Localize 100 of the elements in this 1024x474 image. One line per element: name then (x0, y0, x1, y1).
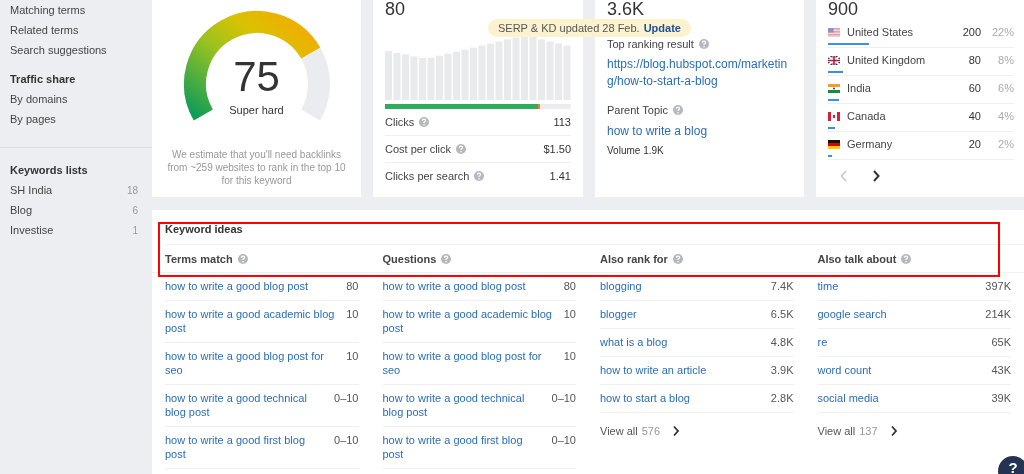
sidebar-item[interactable]: Matching terms (10, 0, 142, 20)
country-volume: 40 (967, 110, 981, 122)
country-name: Germany (847, 138, 894, 150)
country-share: 2% (997, 138, 1014, 150)
keyword-link[interactable]: how to start a blog (600, 391, 690, 405)
panel-title: Keyword ideas (165, 223, 1024, 245)
column-heading: Questions (382, 252, 437, 265)
keyword-volume: 0–10 (334, 433, 359, 448)
chevron-icon[interactable] (672, 425, 681, 437)
difficulty-label: Super hard (229, 104, 284, 116)
keyword-volume: 0–10 (334, 391, 359, 406)
sidebar-item[interactable]: By pages (10, 109, 142, 129)
keyword-link[interactable]: word count (817, 363, 872, 377)
flag-icon (828, 139, 840, 149)
keyword-volume: 6.5K (770, 307, 794, 321)
global-volume-value: 900 (828, 0, 859, 18)
keyword-link[interactable]: how to write a good first blog post (382, 433, 542, 461)
keyword-link[interactable]: how to write a good blog post for seo (165, 349, 337, 377)
column-heading: Terms match (165, 252, 233, 265)
keyword-volume: 10 (346, 307, 359, 322)
country-volume: 20 (967, 138, 981, 150)
sidebar-item[interactable]: By domains (10, 89, 142, 109)
keyword-link[interactable]: how to write a good technical blog post (165, 391, 324, 419)
view-all-count: 137 (859, 425, 878, 437)
metric-value: $1.50 (543, 143, 571, 155)
keyword-volume: 10 (563, 307, 576, 322)
metric-label: Clicks (385, 116, 415, 128)
view-all-link[interactable]: View all (817, 425, 856, 437)
keyword-link[interactable]: re (817, 335, 828, 349)
keyword-link[interactable]: how to write a good blog post (382, 279, 526, 293)
keyword-link[interactable]: blogger (600, 307, 637, 321)
keyword-link[interactable]: how to write a good academic blog post (382, 307, 554, 335)
keyword-link[interactable]: how to write a good blog post for seo (382, 349, 554, 377)
flag-icon (828, 83, 840, 93)
keyword-volume: 4.8K (770, 335, 794, 349)
country-name: United Kingdom (847, 54, 927, 66)
flag-icon (828, 27, 840, 37)
help-icon[interactable] (672, 105, 683, 115)
country-share: 8% (997, 54, 1014, 66)
keyword-volume: 3.9K (770, 363, 794, 377)
country-name: United States (847, 26, 915, 38)
list-count: 18 (126, 184, 138, 196)
top-result-link[interactable]: https://blog.hubspot.com/marketing/how-to-start-a-blog (607, 56, 792, 90)
parent-topic-link[interactable]: how to write a blog (607, 124, 792, 138)
keyword-link[interactable]: how to write an article (600, 363, 707, 377)
next-icon[interactable] (872, 170, 880, 182)
keyword-link[interactable]: how to write a good blog post (165, 279, 309, 293)
keyword-volume: 10 (563, 349, 576, 364)
keyword-volume: 10 (346, 349, 359, 364)
keyword-volume: 0–10 (551, 433, 576, 448)
country-name: Canada (847, 110, 887, 122)
country-volume: 60 (967, 82, 981, 94)
keyword-link[interactable]: how to write a good technical blog post (382, 391, 542, 419)
help-icon[interactable] (698, 39, 709, 49)
sidebar-heading: Traffic share (10, 72, 77, 87)
parent-volume: Volume 1.9K (607, 145, 665, 156)
keyword-link[interactable]: what is a blog (600, 335, 668, 349)
flag-icon (828, 111, 840, 121)
metric-value: 113 (553, 116, 571, 128)
country-share: 4% (997, 110, 1014, 122)
list-count: 6 (132, 204, 138, 216)
traffic-value: 3.6K (607, 0, 645, 18)
update-link[interactable]: Update (643, 22, 681, 34)
view-all-link[interactable]: View all (600, 425, 638, 437)
metric-label: Cost per click (385, 143, 452, 155)
help-icon[interactable] (456, 144, 467, 154)
difficulty-note: We estimate that you'll need backlinks from ~259 websites to rank in the top 10 for this keyword (166, 148, 347, 187)
help-icon[interactable] (237, 253, 248, 264)
help-icon[interactable] (419, 117, 430, 127)
notice-text: SERP & KD updated 28 Feb. (498, 22, 640, 34)
help-icon[interactable] (474, 171, 485, 181)
section-label: Parent Topic (607, 104, 668, 116)
keyword-link[interactable]: blogging (600, 279, 642, 293)
previous-icon[interactable] (840, 170, 848, 182)
country-volume: 80 (967, 54, 981, 66)
flag-icon (828, 55, 840, 65)
country-share: 6% (997, 82, 1014, 94)
metric-value: 1.41 (549, 170, 571, 182)
help-icon[interactable] (901, 253, 912, 264)
view-all-count: 576 (641, 425, 661, 437)
chevron-icon[interactable] (889, 425, 898, 437)
sidebar-item[interactable]: Related terms (10, 20, 142, 40)
sidebar-item[interactable]: SH India (10, 180, 53, 200)
keyword-volume: 2.8K (770, 391, 794, 405)
list-count: 1 (132, 224, 138, 236)
keyword-link[interactable]: google search (817, 307, 887, 321)
keyword-volume: 39K (991, 391, 1011, 405)
keyword-volume: 7.4K (770, 279, 794, 293)
sidebar-item[interactable]: Search suggestions (10, 40, 142, 60)
keyword-link[interactable]: how to write a good academic blog post (165, 307, 337, 335)
sidebar-item[interactable]: Blog (10, 200, 33, 220)
sidebar-item[interactable]: Investise (10, 220, 54, 240)
keyword-link[interactable]: time (817, 279, 839, 293)
keyword-link[interactable]: how to write a good first blog post (165, 433, 324, 461)
country-volume: 200 (961, 26, 981, 38)
help-icon[interactable] (441, 253, 452, 264)
metric-label: Clicks per search (385, 170, 470, 182)
help-icon[interactable] (672, 253, 683, 264)
keyword-link[interactable]: social media (817, 391, 879, 405)
volume-value: 80 (385, 0, 406, 18)
